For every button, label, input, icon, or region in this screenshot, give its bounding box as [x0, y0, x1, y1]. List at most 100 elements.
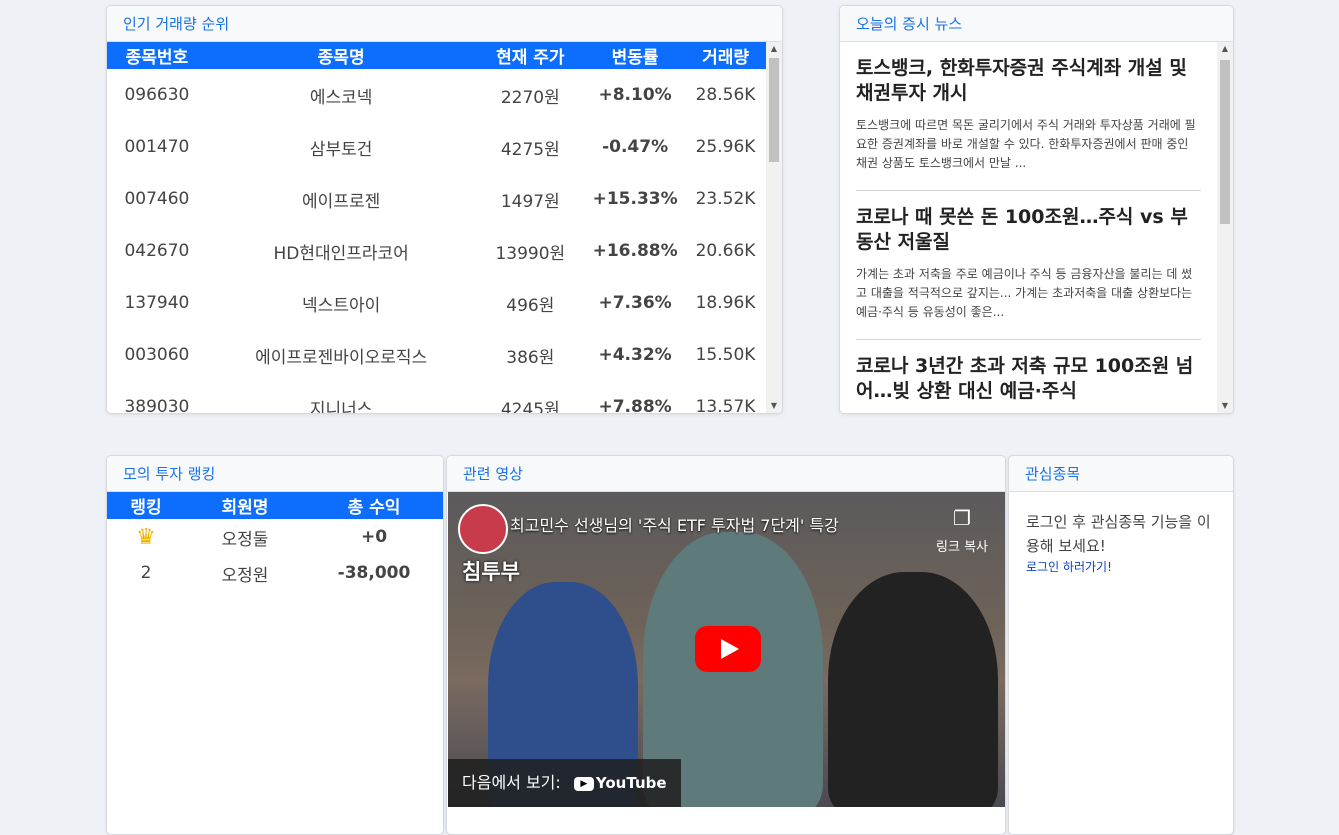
table-row[interactable]: 389030 지니너스 4245원 +7.88% 13.57K [107, 381, 766, 413]
table-row: 2 오정원 -38,000 [107, 555, 443, 591]
stock-change: -0.47% [602, 137, 669, 157]
stock-code: 003060 [124, 345, 190, 365]
volume-scrollbar[interactable]: ▲ ▼ [766, 42, 782, 413]
stock-code: 042670 [124, 241, 190, 261]
scroll-up-arrow-icon[interactable]: ▲ [766, 42, 782, 56]
stock-change: +7.88% [598, 397, 672, 413]
stock-name: 에이프로젠 [302, 191, 381, 212]
channel-logo-icon[interactable] [458, 504, 508, 554]
col-name: 종목명 [206, 42, 476, 69]
scroll-down-arrow-icon[interactable]: ▼ [1217, 399, 1233, 413]
col-volume: 거래량 [685, 42, 766, 69]
stock-price: 4245원 [500, 399, 560, 414]
related-video-panel: 관련 영상 침투부 최고민수 선생님의 '주식 ETF 투자법 7단계' 특강 … [446, 455, 1006, 835]
stock-volume: 15.50K [695, 345, 756, 365]
watchlist-message: 로그인 후 관심종목 기능을 이용해 보세요! [1026, 513, 1211, 555]
youtube-embed[interactable]: 침투부 최고민수 선생님의 '주식 ETF 투자법 7단계' 특강 ❐ 링크 복… [448, 492, 1005, 807]
ranking-table: 랭킹 회원명 총 수익 ♛ 오정둘 +0 2 오정원 -38,000 [107, 492, 443, 591]
stock-change: +16.88% [592, 241, 678, 261]
stock-code: 389030 [124, 397, 190, 413]
table-row[interactable]: 001470 삼부토건 4275원 -0.47% 25.96K [107, 121, 766, 173]
mock-investment-ranking-panel: 모의 투자 랭킹 랭킹 회원명 총 수익 ♛ 오정둘 +0 2 오정원 -38,… [106, 455, 444, 835]
watchlist-title: 관심종목 [1009, 456, 1233, 492]
stock-volume: 28.56K [695, 85, 756, 105]
video-thumbnail [828, 572, 998, 807]
play-button-icon[interactable] [695, 626, 761, 672]
member-name: 오정둘 [221, 529, 269, 550]
col-code: 종목번호 [107, 42, 207, 69]
scroll-up-arrow-icon[interactable]: ▲ [1217, 42, 1233, 56]
news-item[interactable]: 토스뱅크, 한화투자증권 주식계좌 개설 및 채권투자 개시 토스뱅크에 따르면… [856, 42, 1201, 191]
stock-code: 001470 [124, 137, 190, 157]
stock-code: 137940 [124, 293, 190, 313]
rank-cell: 2 [140, 563, 152, 583]
news-headline[interactable]: 코로나 때 못쓴 돈 100조원…주식 vs 부동산 저울질 [856, 205, 1201, 255]
scrollbar-thumb[interactable] [1220, 60, 1230, 224]
youtube-play-icon: ▶ [573, 776, 594, 791]
news-headline[interactable]: 토스뱅크, 한화투자증권 주식계좌 개설 및 채권투자 개시 [856, 56, 1201, 106]
video-title[interactable]: 최고민수 선생님의 '주식 ETF 투자법 7단계' 특강 [510, 512, 839, 536]
stock-volume: 18.96K [695, 293, 756, 313]
news-summary: 가계는 초과 저축을 주로 예금이나 주식 등 금융자산을 불리는 데 썼고 대… [856, 267, 1193, 319]
stock-name: 넥스트아이 [302, 295, 381, 316]
stock-name: HD현대인프라코어 [273, 243, 409, 264]
news-item[interactable]: 코로나 때 못쓴 돈 100조원…주식 vs 부동산 저울질 가계는 초과 저축… [856, 191, 1201, 340]
news-headline[interactable]: 코로나 3년간 초과 저축 규모 100조원 넘어…빚 상환 대신 예금·주식 [856, 354, 1201, 404]
volume-table: 종목번호 종목명 현재 주가 변동률 거래량 096630 에스코넥 2270원… [107, 42, 766, 413]
market-news-panel: 오늘의 증시 뉴스 토스뱅크, 한화투자증권 주식계좌 개설 및 채권투자 개시… [839, 5, 1234, 414]
scroll-down-arrow-icon[interactable]: ▼ [766, 399, 782, 413]
member-profit: -38,000 [337, 563, 411, 583]
volume-ranking-panel: 인기 거래량 순위 종목번호 종목명 현재 주가 변동률 거래량 096630 … [106, 5, 783, 414]
stock-volume: 25.96K [695, 137, 756, 157]
login-link[interactable]: 로그인 하러가기! [1009, 558, 1233, 575]
col-rank: 랭킹 [107, 492, 185, 519]
youtube-logo: ▶ YouTube [573, 759, 667, 807]
member-profit: +0 [360, 527, 388, 547]
stock-name: 에이프로젠바이오로직스 [255, 347, 428, 368]
stock-price: 496원 [506, 295, 555, 316]
table-row[interactable]: 042670 HD현대인프라코어 13990원 +16.88% 20.66K [107, 225, 766, 277]
col-change: 변동률 [585, 42, 686, 69]
stock-price: 13990원 [495, 243, 566, 264]
channel-logo-text: 침투부 [462, 560, 520, 584]
stock-volume: 13.57K [695, 397, 756, 413]
watchlist-panel: 관심종목 로그인 후 관심종목 기능을 이용해 보세요! 로그인 하러가기! [1008, 455, 1234, 835]
table-row[interactable]: 003060 에이프로젠바이오로직스 386원 +4.32% 15.50K [107, 329, 766, 381]
ranking-table-header: 랭킹 회원명 총 수익 [107, 492, 443, 519]
rank-cell: ♛ [107, 519, 185, 555]
stock-name: 삼부토건 [309, 139, 373, 160]
member-name: 오정원 [221, 565, 269, 586]
stock-code: 007460 [124, 189, 190, 209]
stock-name: 에스코넥 [309, 87, 373, 108]
news-list[interactable]: 토스뱅크, 한화투자증권 주식계좌 개설 및 채권투자 개시 토스뱅크에 따르면… [840, 42, 1217, 413]
volume-table-wrapper[interactable]: 종목번호 종목명 현재 주가 변동률 거래량 096630 에스코넥 2270원… [107, 42, 766, 413]
table-row: ♛ 오정둘 +0 [107, 519, 443, 555]
ranking-title: 모의 투자 랭킹 [107, 456, 443, 492]
stock-volume: 20.66K [695, 241, 756, 261]
news-scrollbar[interactable]: ▲ ▼ [1217, 42, 1233, 413]
stock-price: 386원 [506, 347, 555, 368]
copy-icon: ❐ [953, 506, 971, 530]
news-item[interactable]: 코로나 3년간 초과 저축 규모 100조원 넘어…빚 상환 대신 예금·주식 [856, 340, 1201, 413]
youtube-logo-text: YouTube [595, 774, 667, 792]
watch-on-label: 다음에서 보기: [462, 773, 561, 792]
stock-change: +7.36% [598, 293, 672, 313]
table-row[interactable]: 137940 넥스트아이 496원 +7.36% 18.96K [107, 277, 766, 329]
news-summary: 토스뱅크에 따르면 목돈 굴리기에서 주식 거래와 투자상품 거래에 필요한 증… [856, 118, 1196, 170]
stock-price: 2270원 [500, 87, 560, 108]
stock-volume: 23.52K [695, 189, 756, 209]
table-row[interactable]: 096630 에스코넥 2270원 +8.10% 28.56K [107, 69, 766, 121]
table-row[interactable]: 007460 에이프로젠 1497원 +15.33% 23.52K [107, 173, 766, 225]
col-price: 현재 주가 [475, 42, 586, 69]
market-news-title: 오늘의 증시 뉴스 [840, 6, 1233, 42]
stock-change: +8.10% [598, 85, 672, 105]
scrollbar-thumb[interactable] [769, 58, 779, 162]
copy-link-label: 링크 복사 [936, 540, 988, 555]
watch-on-youtube-button[interactable]: 다음에서 보기: ▶ YouTube [448, 759, 681, 807]
col-profit: 총 수익 [305, 492, 443, 519]
stock-price: 4275원 [500, 139, 560, 160]
stock-change: +15.33% [592, 189, 678, 209]
copy-link-button[interactable]: ❐ 링크 복사 [936, 506, 988, 555]
related-video-title: 관련 영상 [447, 456, 1005, 492]
stock-price: 1497원 [500, 191, 560, 212]
